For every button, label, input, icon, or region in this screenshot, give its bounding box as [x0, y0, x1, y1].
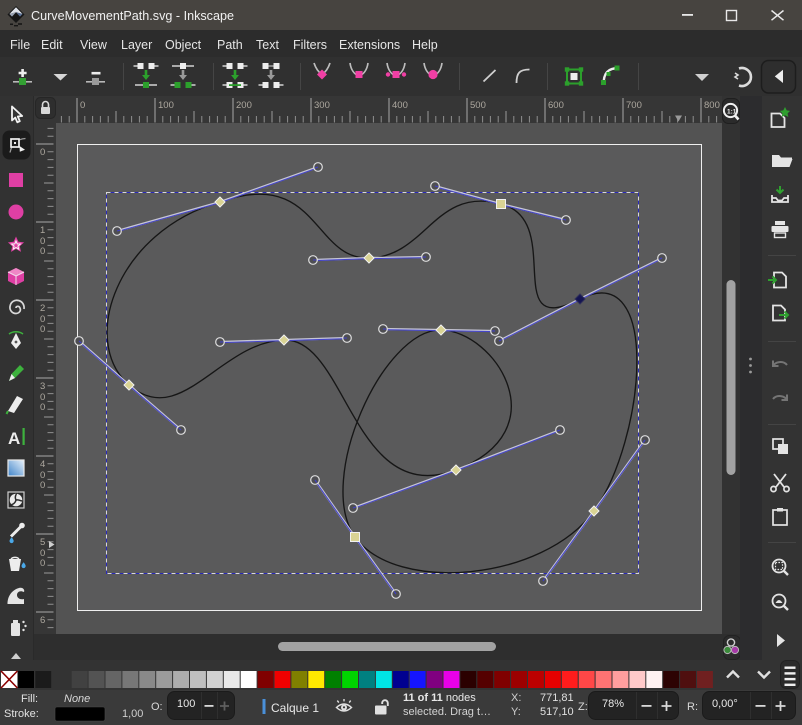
svg-text:200: 200 — [236, 100, 252, 111]
svg-text:600: 600 — [548, 100, 564, 111]
svg-text:300: 300 — [314, 100, 330, 111]
svg-text:800: 800 — [704, 100, 720, 111]
svg-text:A: A — [8, 429, 20, 448]
svg-text:0: 0 — [80, 100, 85, 111]
svg-text:400: 400 — [392, 100, 408, 111]
svg-text:100: 100 — [158, 100, 174, 111]
svg-text:0: 0 — [40, 402, 45, 413]
svg-text:0: 0 — [40, 558, 45, 569]
svg-text:0: 0 — [40, 324, 45, 335]
svg-text:6: 6 — [40, 615, 45, 626]
svg-text:3: 3 — [40, 381, 45, 392]
svg-text:700: 700 — [626, 100, 642, 111]
svg-text:500: 500 — [470, 100, 486, 111]
svg-text:2: 2 — [40, 303, 45, 314]
svg-text:0: 0 — [40, 480, 45, 491]
svg-text:5: 5 — [40, 537, 45, 548]
svg-text:4: 4 — [40, 459, 45, 470]
svg-text:1: 1 — [40, 225, 45, 236]
svg-text:0: 0 — [40, 246, 45, 257]
svg-text:0: 0 — [40, 147, 45, 158]
